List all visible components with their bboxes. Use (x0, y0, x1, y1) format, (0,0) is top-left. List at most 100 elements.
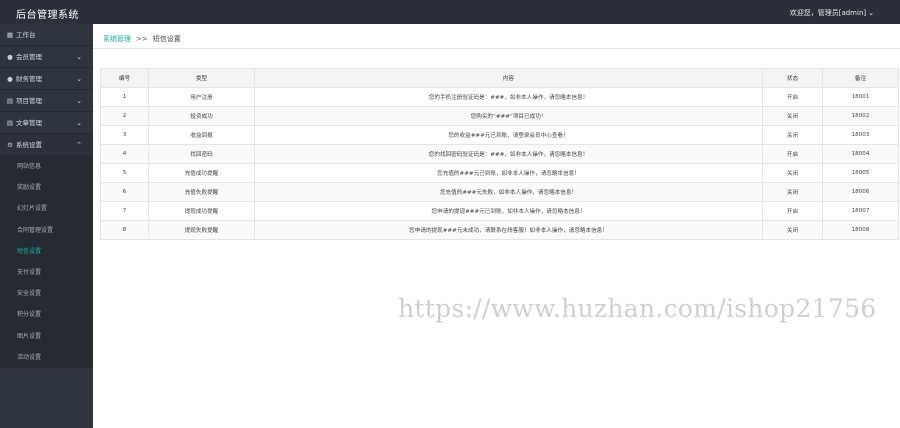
submenu-item-rewards[interactable]: 奖励设置 (0, 177, 93, 198)
cell-type: 提现失败提醒 (148, 220, 255, 240)
sidebar-item-label: 工作台 (16, 31, 36, 39)
table-row[interactable]: 7 提现成功提醒 您申请的提现###元已到账，如非本人操作，请忽略本信息！ 开启… (100, 201, 899, 221)
sidebar-item-members[interactable]: ● 会员管理 ⌄ (0, 46, 93, 68)
column-header-type: 类型 (148, 68, 255, 88)
cell-status: 关闭 (762, 163, 823, 183)
cell-type: 投资成功 (148, 106, 255, 126)
breadcrumb-current: 短信设置 (152, 35, 181, 43)
chevron-down-icon: ⌄ (76, 53, 82, 61)
user-greeting: 欢迎您，管理员[admin] (789, 9, 867, 17)
cell-status: 开启 (762, 144, 823, 164)
sidebar-item-projects[interactable]: ▤ 项目管理 ⌄ (0, 90, 93, 112)
table-row[interactable]: 3 收益回报 您的收益###元已到账，请登录会员中心查看！ 关闭 18003 (100, 125, 899, 145)
cell-type: 找回密码 (148, 144, 255, 164)
cell-status: 关闭 (762, 106, 823, 126)
cell-id: 6 (100, 182, 149, 202)
cell-content: 您充值的###元已到账，如非本人操作，请忽略本信息！ (254, 163, 763, 183)
table-row[interactable]: 2 投资成功 您购买的“###”项目已成功！ 关闭 18002 (100, 106, 899, 126)
cell-content: 您的手机注册验证码是：###，如非本人操作，请忽略本信息！ (254, 87, 763, 107)
cell-content: 您的找回密码验证码是：###，如非本人操作，请忽略本信息！ (254, 144, 763, 164)
submenu-item-site-info[interactable]: 网站信息 (0, 156, 93, 177)
submenu-item-slides[interactable]: 幻灯片设置 (0, 198, 93, 219)
chevron-down-icon: ⌄ (76, 75, 82, 83)
sidebar-item-articles[interactable]: ▤ 文章管理 ⌄ (0, 112, 93, 134)
settings-icon: ⚙ (7, 141, 13, 149)
submenu-item-activities[interactable]: 活动设置 (0, 347, 93, 368)
cell-status: 开启 (762, 87, 823, 107)
cell-id: 3 (100, 125, 149, 145)
cell-note: 18006 (822, 182, 899, 202)
article-icon: ▤ (6, 119, 14, 127)
cell-note: 18004 (822, 144, 899, 164)
sms-template-table: 编号 类型 内容 状态 备注 1 用户注册 您的手机注册验证码是：###，如非本… (100, 68, 899, 240)
cell-type: 用户注册 (148, 87, 255, 107)
submenu-item-images[interactable]: 图片设置 (0, 326, 93, 347)
column-header-content: 内容 (254, 68, 763, 88)
cell-id: 5 (100, 163, 149, 183)
table-row[interactable]: 1 用户注册 您的手机注册验证码是：###，如非本人操作，请忽略本信息！ 开启 … (100, 87, 899, 107)
chevron-down-icon: ⌄ (76, 97, 82, 105)
cell-content: 您购买的“###”项目已成功！ (254, 106, 763, 126)
cell-note: 18007 (822, 201, 899, 221)
cell-type: 充值失败提醒 (148, 182, 255, 202)
cell-note: 18005 (822, 163, 899, 183)
cell-status: 开启 (762, 201, 823, 221)
sidebar-item-finance[interactable]: ● 财务管理 ⌄ (0, 68, 93, 90)
cell-status: 关闭 (762, 220, 823, 240)
chevron-up-icon: ⌃ (76, 141, 82, 149)
cell-content: 您申请的提现###元未成功，请联系在线客服！如非本人操作，请忽略本信息！ (254, 220, 763, 240)
breadcrumb-parent-link[interactable]: 系统管理 (103, 35, 131, 43)
cell-content: 您的收益###元已到账，请登录会员中心查看！ (254, 125, 763, 145)
cell-status: 关闭 (762, 182, 823, 202)
sidebar-item-label: 文章管理 (16, 119, 42, 127)
column-header-status: 状态 (762, 68, 823, 88)
sidebar-item-label: 系统设置 (16, 141, 42, 149)
dashboard-icon: ▦ (6, 31, 14, 39)
app-title: 后台管理系统 (16, 10, 79, 21)
cell-note: 18008 (822, 220, 899, 240)
submenu-item-payment[interactable]: 支付设置 (0, 262, 93, 283)
table-row[interactable]: 5 充值成功提醒 您充值的###元已到账，如非本人操作，请忽略本信息！ 关闭 1… (100, 163, 899, 183)
cell-id: 1 (100, 87, 149, 107)
main-content: 系统管理 >> 短信设置 编号 类型 内容 状态 备注 1 用户注册 您的手机注册验… (93, 24, 900, 428)
cell-type: 提现成功提醒 (148, 201, 255, 221)
chevron-down-icon: ⌄ (868, 9, 874, 17)
user-menu[interactable]: 欢迎您，管理员[admin] ⌄ (790, 8, 874, 18)
member-icon: ● (7, 53, 13, 61)
cell-status: 关闭 (762, 125, 823, 145)
project-icon: ▤ (6, 97, 14, 105)
sidebar-item-settings[interactable]: ⚙ 系统设置 ⌃ (0, 134, 93, 156)
cell-note: 18001 (822, 87, 899, 107)
submenu-item-sms[interactable]: 短信设置 (0, 241, 93, 262)
sidebar-item-label: 项目管理 (16, 97, 42, 105)
submenu-item-points[interactable]: 积分设置 (0, 304, 93, 325)
finance-icon: ● (7, 75, 13, 83)
watermark-text: https://www.huzhan.com/ishop21756 (398, 294, 877, 323)
column-header-note: 备注 (822, 68, 899, 88)
table-row[interactable]: 6 充值失败提醒 您充值的###元失败，如非本人操作，请忽略本信息！ 关闭 18… (100, 182, 899, 202)
column-header-id: 编号 (100, 68, 149, 88)
submenu-item-security[interactable]: 安全设置 (0, 283, 93, 304)
breadcrumb-separator: >> (136, 35, 148, 43)
cell-id: 8 (100, 220, 149, 240)
cell-type: 充值成功提醒 (148, 163, 255, 183)
submenu-item-contracts[interactable]: 合同管理设置 (0, 220, 93, 241)
sidebar-item-label: 财务管理 (16, 75, 42, 83)
cell-id: 4 (100, 144, 149, 164)
cell-note: 18003 (822, 125, 899, 145)
cell-content: 您申请的提现###元已到账，如非本人操作，请忽略本信息！ (254, 201, 763, 221)
table-header-row: 编号 类型 内容 状态 备注 (100, 68, 899, 88)
top-bar: 后台管理系统 欢迎您，管理员[admin] ⌄ (0, 0, 900, 24)
cell-id: 2 (100, 106, 149, 126)
chevron-down-icon: ⌄ (76, 119, 82, 127)
cell-note: 18002 (822, 106, 899, 126)
sidebar-item-label: 会员管理 (16, 53, 42, 61)
cell-content: 您充值的###元失败，如非本人操作，请忽略本信息！ (254, 182, 763, 202)
sidebar: ▦ 工作台 ● 会员管理 ⌄ ● 财务管理 ⌄ ▤ 项目管理 ⌄ ▤ 文章管理 ⌄ ⚙ 系统… (0, 24, 93, 428)
cell-id: 7 (100, 201, 149, 221)
table-row[interactable]: 4 找回密码 您的找回密码验证码是：###，如非本人操作，请忽略本信息！ 开启 … (100, 144, 899, 164)
cell-type: 收益回报 (148, 125, 255, 145)
sidebar-item-dashboard[interactable]: ▦ 工作台 (0, 24, 93, 46)
breadcrumb: 系统管理 >> 短信设置 (93, 24, 900, 49)
table-row[interactable]: 8 提现失败提醒 您申请的提现###元未成功，请联系在线客服！如非本人操作，请忽… (100, 220, 899, 240)
